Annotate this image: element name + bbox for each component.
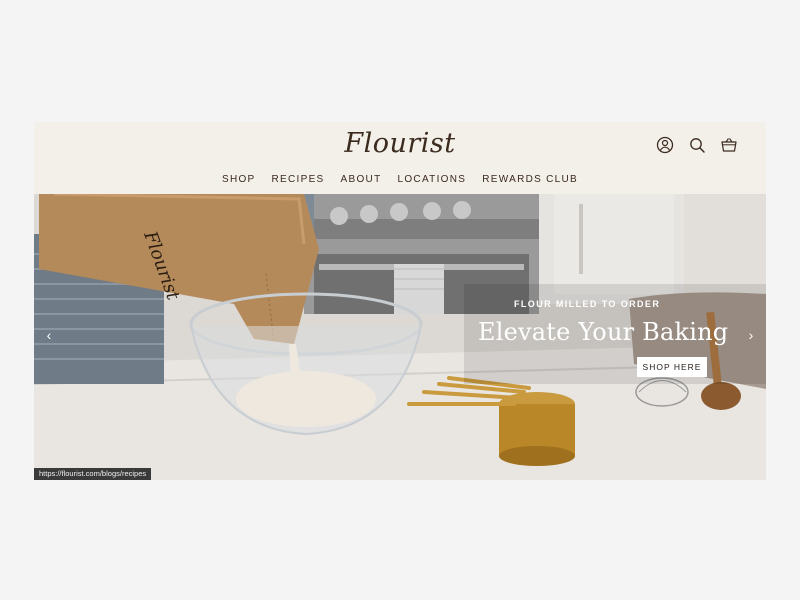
carousel-next-arrow-icon[interactable]: › — [744, 328, 758, 342]
cart-icon[interactable] — [718, 134, 740, 156]
main-nav: SHOP RECIPES ABOUT LOCATIONS REWARDS CLU… — [34, 174, 766, 185]
hero-headline: Elevate Your Baking — [478, 318, 729, 346]
site-header: Flourist SHOP RECIPES ABOUT LOCATIONS RE… — [34, 122, 766, 194]
nav-item-rewards-club[interactable]: REWARDS CLUB — [474, 174, 586, 185]
nav-item-recipes[interactable]: RECIPES — [264, 174, 333, 185]
header-icons — [654, 134, 740, 156]
nav-item-about[interactable]: ABOUT — [333, 174, 390, 185]
hero-banner: Flourist FLOUR MILLED TO ORDER Elevate Y… — [34, 194, 766, 480]
shop-here-button[interactable]: SHOP HERE — [637, 357, 707, 377]
hero-eyebrow: FLOUR MILLED TO ORDER — [514, 299, 661, 309]
browser-viewport: Flourist SHOP RECIPES ABOUT LOCATIONS RE… — [34, 122, 766, 480]
account-icon[interactable] — [654, 134, 676, 156]
nav-item-locations[interactable]: LOCATIONS — [389, 174, 474, 185]
nav-item-shop[interactable]: SHOP — [214, 174, 264, 185]
search-icon[interactable] — [686, 134, 708, 156]
status-bar-url: https://flourist.com/blogs/recipes — [34, 468, 152, 480]
carousel-prev-arrow-icon[interactable]: ‹ — [42, 328, 56, 342]
